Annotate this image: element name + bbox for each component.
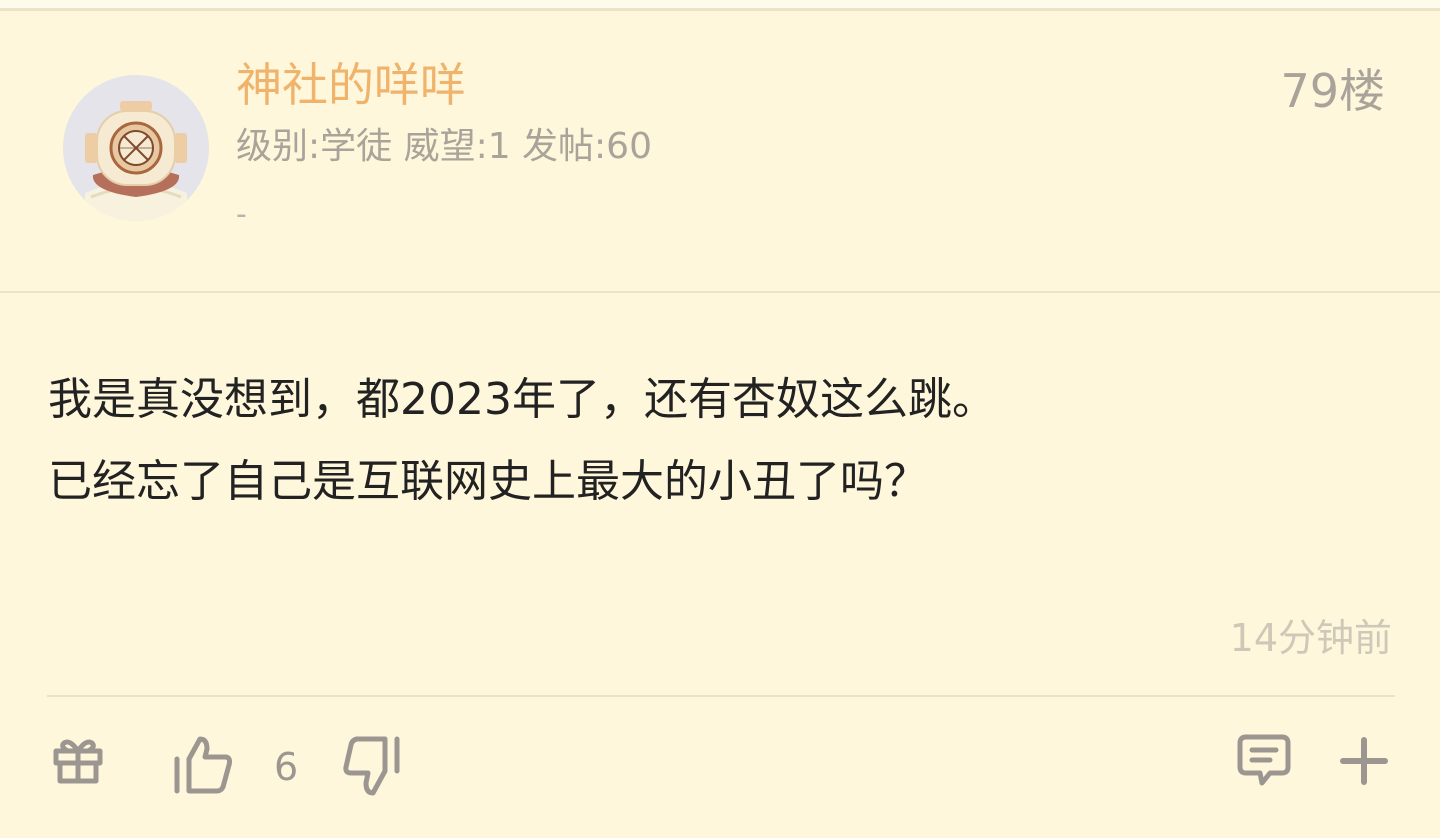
content-line: 已经忘了自己是互联网史上最大的小丑了吗？ [48, 456, 928, 507]
comment-icon [1237, 734, 1291, 786]
user-stats: 级别:学徒 威望:1 发帖:60 [236, 126, 652, 167]
more-button[interactable] [1338, 735, 1390, 787]
post-reply: 神社的咩咩 级别:学徒 威望:1 发帖:60 - 79楼 我是真没想到，都202… [0, 11, 1440, 838]
gift-icon [53, 739, 103, 784]
user-signature: - [236, 197, 247, 232]
avatar[interactable] [63, 75, 209, 221]
thumbs-down-icon [343, 736, 400, 796]
header-divider [0, 291, 1440, 293]
footer-divider [47, 695, 1395, 697]
post-content: 我是真没想到，都2023年了，还有杏奴这么跳。 已经忘了自己是互联网史上最大的小… [48, 359, 1388, 523]
top-strip [0, 0, 1440, 8]
diving-helmet-avatar [63, 75, 209, 221]
username[interactable]: 神社的咩咩 [236, 57, 466, 113]
like-button[interactable] [172, 733, 234, 795]
comment-button[interactable] [1236, 733, 1292, 789]
dislike-button[interactable] [342, 735, 404, 797]
content-line: 我是真没想到，都2023年了，还有杏奴这么跳。 [48, 374, 996, 425]
plus-icon [1340, 737, 1388, 785]
thumbs-up-icon [174, 736, 233, 794]
floor-number: 79楼 [1280, 64, 1385, 118]
post-time: 14分钟前 [1229, 616, 1392, 660]
like-count: 6 [274, 745, 299, 789]
gift-button[interactable] [50, 731, 106, 787]
